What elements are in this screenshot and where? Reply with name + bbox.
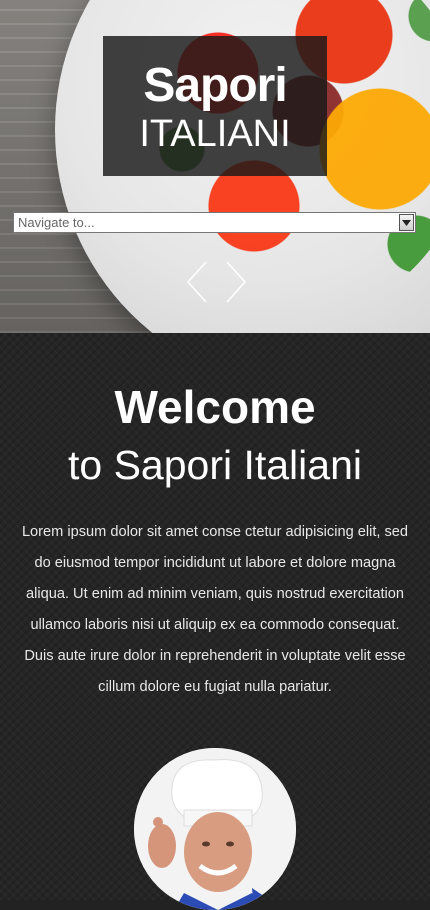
site-logo[interactable]: Sapori ITALIANI [103,36,327,176]
chevron-left-icon[interactable] [186,260,208,304]
navigate-select-value: Navigate to... [18,215,95,230]
chevron-right-icon[interactable] [225,260,247,304]
logo-line2: ITALIANI [139,113,291,155]
welcome-subtitle: to Sapori Italiani [67,442,362,488]
chef-avatar [134,748,296,910]
welcome-section: Welcome to Sapori Italiani Lorem ipsum d… [0,333,430,910]
welcome-title: Welcome [114,381,316,433]
logo-line1: Sapori [143,59,287,112]
hero-banner: Sapori ITALIANI Navigate to... [0,0,430,333]
welcome-paragraph: Lorem ipsum dolor sit amet conse ctetur … [21,524,409,695]
navigate-select[interactable]: Navigate to... [13,212,416,233]
dropdown-arrow-icon[interactable] [399,214,414,231]
